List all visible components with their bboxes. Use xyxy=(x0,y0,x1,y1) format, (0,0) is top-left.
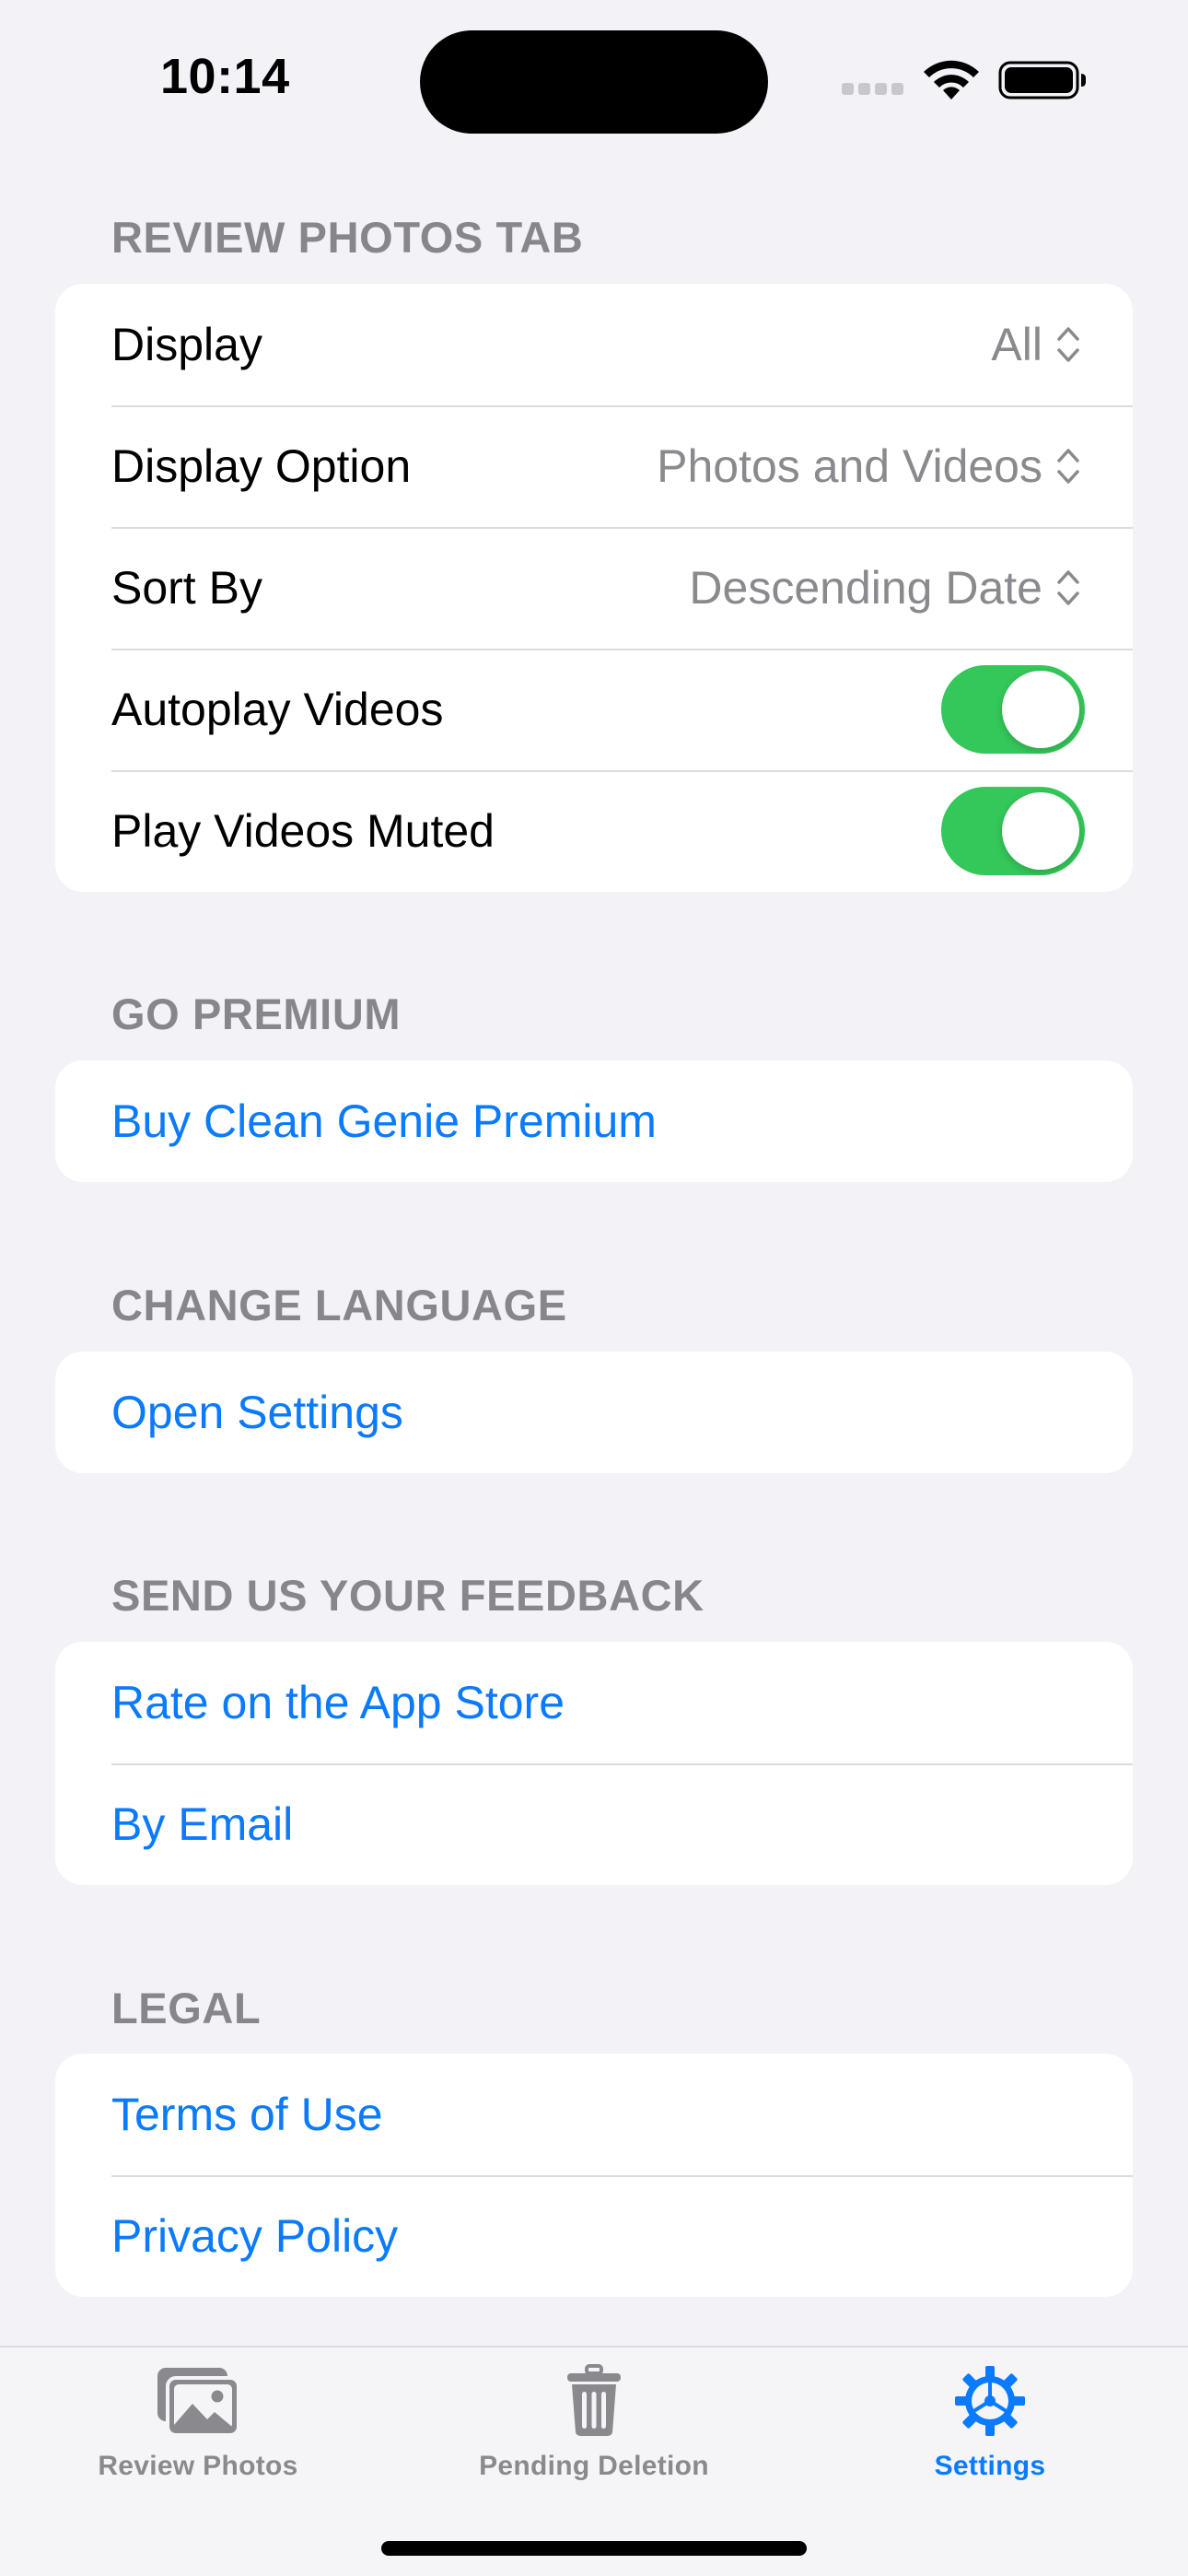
display-option-picker[interactable]: Photos and Videos xyxy=(657,439,1081,493)
toggle-knob xyxy=(1002,671,1079,748)
display-picker[interactable]: All xyxy=(991,318,1081,371)
section-header-review-photos: REVIEW PHOTOS TAB xyxy=(111,213,584,262)
play-videos-muted-toggle[interactable] xyxy=(941,787,1085,875)
tab-settings[interactable]: Settings xyxy=(792,2364,1188,2502)
by-email-link[interactable]: By Email xyxy=(111,1797,1081,1851)
section-header-feedback: SEND US YOUR FEEDBACK xyxy=(111,1571,705,1620)
tab-settings-label: Settings xyxy=(934,2451,1046,2481)
status-time: 10:14 xyxy=(160,49,290,104)
display-option-row[interactable]: Display Option Photos and Videos xyxy=(55,405,1133,527)
toggle-knob xyxy=(1002,792,1079,870)
tab-pending-deletion-label: Pending Deletion xyxy=(479,2451,709,2481)
privacy-policy-link[interactable]: Privacy Policy xyxy=(111,2209,1081,2263)
terms-of-use-link[interactable]: Terms of Use xyxy=(111,2088,1081,2141)
cellular-signal-icon xyxy=(842,83,904,96)
dynamic-island xyxy=(420,30,768,134)
change-language-group: Open Settings xyxy=(55,1352,1133,1473)
play-videos-muted-row: Play Videos Muted xyxy=(55,770,1133,892)
home-indicator xyxy=(381,2541,807,2556)
review-photos-group: Display All Display Option Photos and Vi… xyxy=(55,284,1133,892)
photos-icon xyxy=(157,2368,240,2437)
by-email-row[interactable]: By Email xyxy=(55,1763,1133,1885)
trash-icon xyxy=(567,2364,621,2436)
tab-pending-deletion[interactable]: Pending Deletion xyxy=(396,2364,792,2502)
status-bar: 10:14 xyxy=(0,0,1188,157)
chevron-up-down-icon xyxy=(1057,570,1079,605)
display-option-value: Photos and Videos xyxy=(657,440,1042,492)
display-value: All xyxy=(991,319,1042,370)
autoplay-videos-label: Autoplay Videos xyxy=(111,684,444,735)
open-settings-link[interactable]: Open Settings xyxy=(111,1386,1081,1439)
legal-group: Terms of Use Privacy Policy xyxy=(55,2054,1133,2297)
open-settings-row[interactable]: Open Settings xyxy=(55,1352,1133,1473)
display-option-label: Display Option xyxy=(111,440,412,492)
chevron-up-down-icon xyxy=(1057,327,1079,362)
autoplay-videos-row: Autoplay Videos xyxy=(55,649,1133,770)
buy-premium-link[interactable]: Buy Clean Genie Premium xyxy=(111,1095,1081,1148)
terms-of-use-row[interactable]: Terms of Use xyxy=(55,2054,1133,2175)
gear-icon xyxy=(955,2366,1025,2436)
sort-by-value: Descending Date xyxy=(689,562,1042,614)
section-header-change-language: CHANGE LANGUAGE xyxy=(111,1281,567,1329)
feedback-group: Rate on the App Store By Email xyxy=(55,1642,1133,1885)
sort-by-label: Sort By xyxy=(111,562,262,614)
play-videos-muted-label: Play Videos Muted xyxy=(111,805,495,857)
section-header-legal: LEGAL xyxy=(111,1984,262,2032)
display-row[interactable]: Display All xyxy=(55,284,1133,405)
settings-screen: 10:14 REVIEW PHOTOS TAB Display All Disp… xyxy=(0,0,1188,2576)
go-premium-group: Buy Clean Genie Premium xyxy=(55,1060,1133,1182)
rate-app-store-row[interactable]: Rate on the App Store xyxy=(55,1642,1133,1763)
autoplay-videos-toggle[interactable] xyxy=(941,665,1085,754)
wifi-icon xyxy=(924,60,979,100)
rate-app-store-link[interactable]: Rate on the App Store xyxy=(111,1676,1081,1729)
display-label: Display xyxy=(111,319,262,370)
tab-review-photos-label: Review Photos xyxy=(98,2451,298,2481)
battery-icon xyxy=(998,61,1086,100)
chevron-up-down-icon xyxy=(1057,449,1079,484)
section-header-go-premium: GO PREMIUM xyxy=(111,989,402,1038)
buy-premium-row[interactable]: Buy Clean Genie Premium xyxy=(55,1060,1133,1182)
tab-review-photos[interactable]: Review Photos xyxy=(0,2364,396,2502)
privacy-policy-row[interactable]: Privacy Policy xyxy=(55,2175,1133,2297)
sort-by-picker[interactable]: Descending Date xyxy=(689,561,1081,615)
sort-by-row[interactable]: Sort By Descending Date xyxy=(55,527,1133,649)
